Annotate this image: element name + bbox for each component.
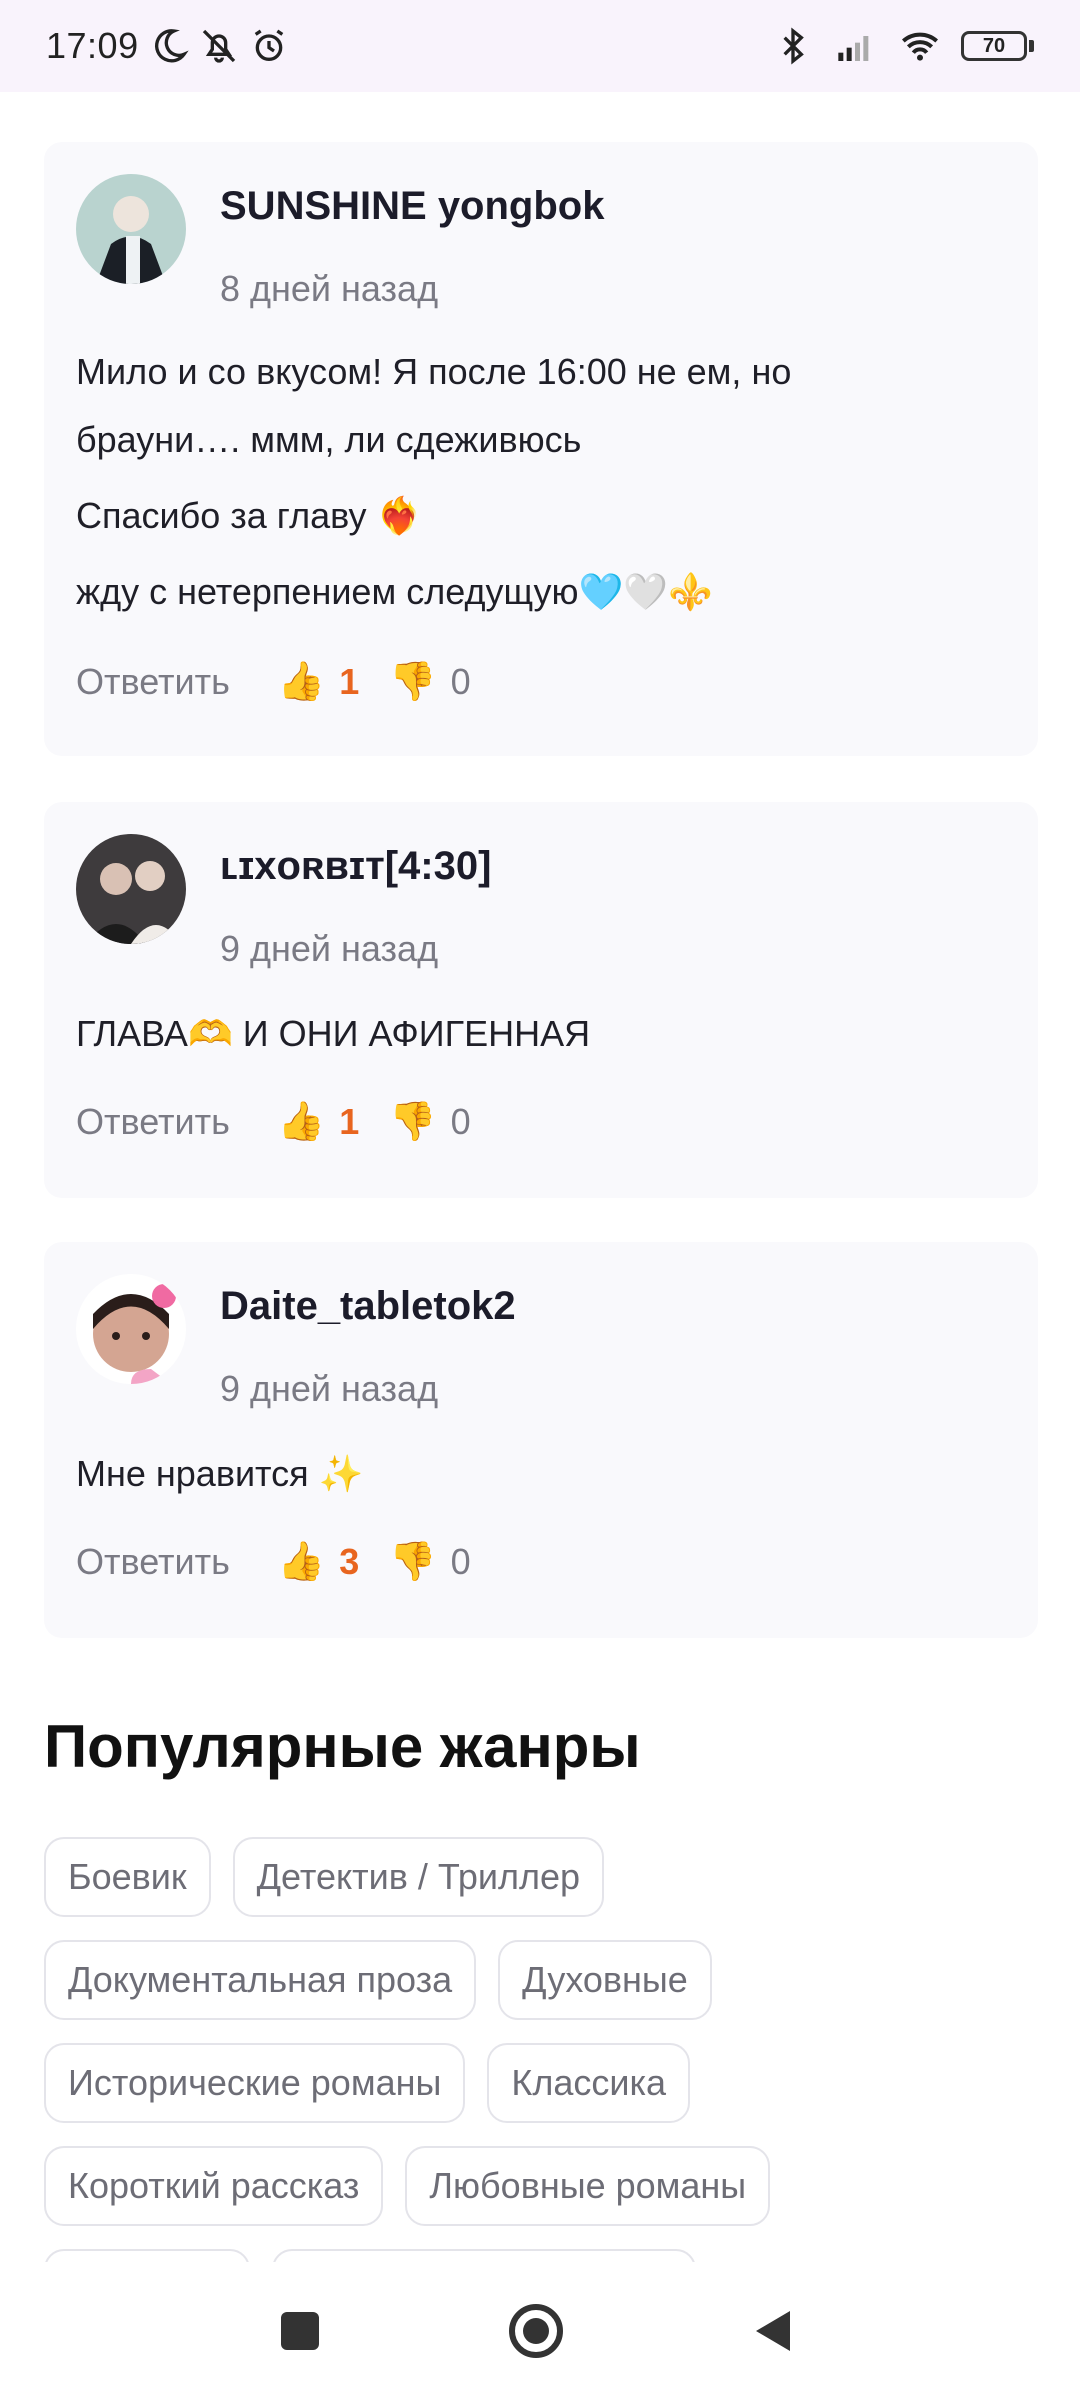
comment-line: Мило и со вкусом! Я после 16:00 не ем, н… xyxy=(76,351,792,392)
dislike-count: 0 xyxy=(450,1541,471,1582)
genre-chip[interactable]: Детектив / Триллер xyxy=(232,1837,605,1917)
genre-chip[interactable]: Исторические романы xyxy=(44,2043,466,2123)
system-nav-bar xyxy=(0,2262,1080,2400)
comment-actions: Ответить 👍 3 👎 0 xyxy=(76,1540,471,1584)
genre-chip-partial[interactable] xyxy=(44,2249,250,2262)
wifi-icon xyxy=(902,32,938,61)
genre-chip[interactable]: Боевик xyxy=(44,1837,211,1917)
comment-line: Мне нравится ✨ xyxy=(76,1453,364,1494)
genre-chip[interactable]: Классика xyxy=(487,2043,691,2123)
dislike-count: 0 xyxy=(450,661,471,702)
triangle-back-icon xyxy=(756,2311,790,2351)
like-icon[interactable]: 👍 xyxy=(278,660,325,704)
genre-chip-partial[interactable] xyxy=(272,2249,696,2262)
genre-row: Короткий рассказ Любовные романы xyxy=(44,2146,771,2226)
like-count: 3 xyxy=(339,1541,360,1582)
status-left: 17:09 xyxy=(46,25,289,67)
like-count: 1 xyxy=(339,1101,360,1142)
like-icon[interactable]: 👍 xyxy=(278,1100,325,1144)
bluetooth-icon xyxy=(783,27,804,65)
comment-date: 8 дней назад xyxy=(220,268,439,309)
status-bar: 17:09 70 xyxy=(0,0,1080,92)
battery-indicator: 70 xyxy=(961,31,1034,61)
status-time: 17:09 xyxy=(46,25,139,66)
comment-line: брауни…. ммм, ли сдеживюсь xyxy=(76,419,582,460)
home-button[interactable] xyxy=(476,2262,596,2400)
battery-level: 70 xyxy=(961,31,1027,61)
alarm-icon xyxy=(254,29,283,62)
comment-actions: Ответить 👍 1 👎 0 xyxy=(76,660,471,704)
reply-button[interactable]: Ответить xyxy=(76,1101,230,1143)
comment-card: Daite_tabletok2 9 дней назад Мне нравитс… xyxy=(44,1242,1038,1638)
battery-tip xyxy=(1029,40,1034,52)
genre-row-partial xyxy=(44,2249,696,2262)
genres-title: Популярные жанры xyxy=(44,1713,641,1780)
comment-text: Мне нравится ✨ xyxy=(76,1440,998,1508)
genre-chip[interactable]: Документальная проза xyxy=(44,1940,477,2020)
signal-icon xyxy=(838,36,869,61)
dislike-icon[interactable]: 👎 xyxy=(389,1540,436,1584)
avatar[interactable] xyxy=(76,1274,186,1384)
dislike-count: 0 xyxy=(450,1101,471,1142)
like-count: 1 xyxy=(339,661,360,702)
comment-author[interactable]: Daite_tabletok2 xyxy=(220,1284,516,1329)
muted-bell-icon xyxy=(202,29,235,63)
comment-line: жду с нетерпением следущую🩵🤍⚜️ xyxy=(76,571,713,612)
comment-text: Мило и со вкусом! Я после 16:00 не ем, н… xyxy=(76,338,998,626)
comment-line: Спасибо за главу ❤️‍🔥 xyxy=(76,495,422,536)
genre-row: Документальная проза Духовные xyxy=(44,1940,712,2020)
comment-card: ʟɪxᴏʀʙɪᴛ[4:30] 9 дней назад ГЛАВА🫶 И ОНИ… xyxy=(44,802,1038,1198)
genre-row: Исторические романы Классика xyxy=(44,2043,691,2123)
genre-chip[interactable]: Любовные романы xyxy=(405,2146,771,2226)
back-button[interactable] xyxy=(712,2262,832,2400)
comment-date: 9 дней назад xyxy=(220,1368,439,1409)
page-content: SUNSHINE yongbok 8 дней назад Мило и со … xyxy=(0,92,1080,2262)
dislike-icon[interactable]: 👎 xyxy=(389,1100,436,1144)
avatar[interactable] xyxy=(76,174,186,284)
comment-author[interactable]: SUNSHINE yongbok xyxy=(220,184,604,229)
comment-line: ГЛАВА🫶 И ОНИ АФИГЕННАЯ xyxy=(76,1013,591,1054)
recents-button[interactable] xyxy=(240,2262,360,2400)
avatar[interactable] xyxy=(76,834,186,944)
comment-text: ГЛАВА🫶 И ОНИ АФИГЕННАЯ xyxy=(76,1000,998,1068)
reply-button[interactable]: Ответить xyxy=(76,661,230,703)
genre-row: Боевик Детектив / Триллер xyxy=(44,1837,605,1917)
circle-icon xyxy=(509,2304,563,2358)
like-icon[interactable]: 👍 xyxy=(278,1540,325,1584)
genre-chip[interactable]: Короткий рассказ xyxy=(44,2146,384,2226)
genre-chip[interactable]: Духовные xyxy=(498,1940,712,2020)
status-right: 70 xyxy=(773,26,1034,66)
comment-card: SUNSHINE yongbok 8 дней назад Мило и со … xyxy=(44,142,1038,756)
comment-actions: Ответить 👍 1 👎 0 xyxy=(76,1100,471,1144)
moon-icon xyxy=(154,29,189,63)
comment-date: 9 дней назад xyxy=(220,928,439,969)
square-icon xyxy=(281,2312,319,2350)
dislike-icon[interactable]: 👎 xyxy=(389,660,436,704)
reply-button[interactable]: Ответить xyxy=(76,1541,230,1583)
comment-author[interactable]: ʟɪxᴏʀʙɪᴛ[4:30] xyxy=(220,844,491,889)
